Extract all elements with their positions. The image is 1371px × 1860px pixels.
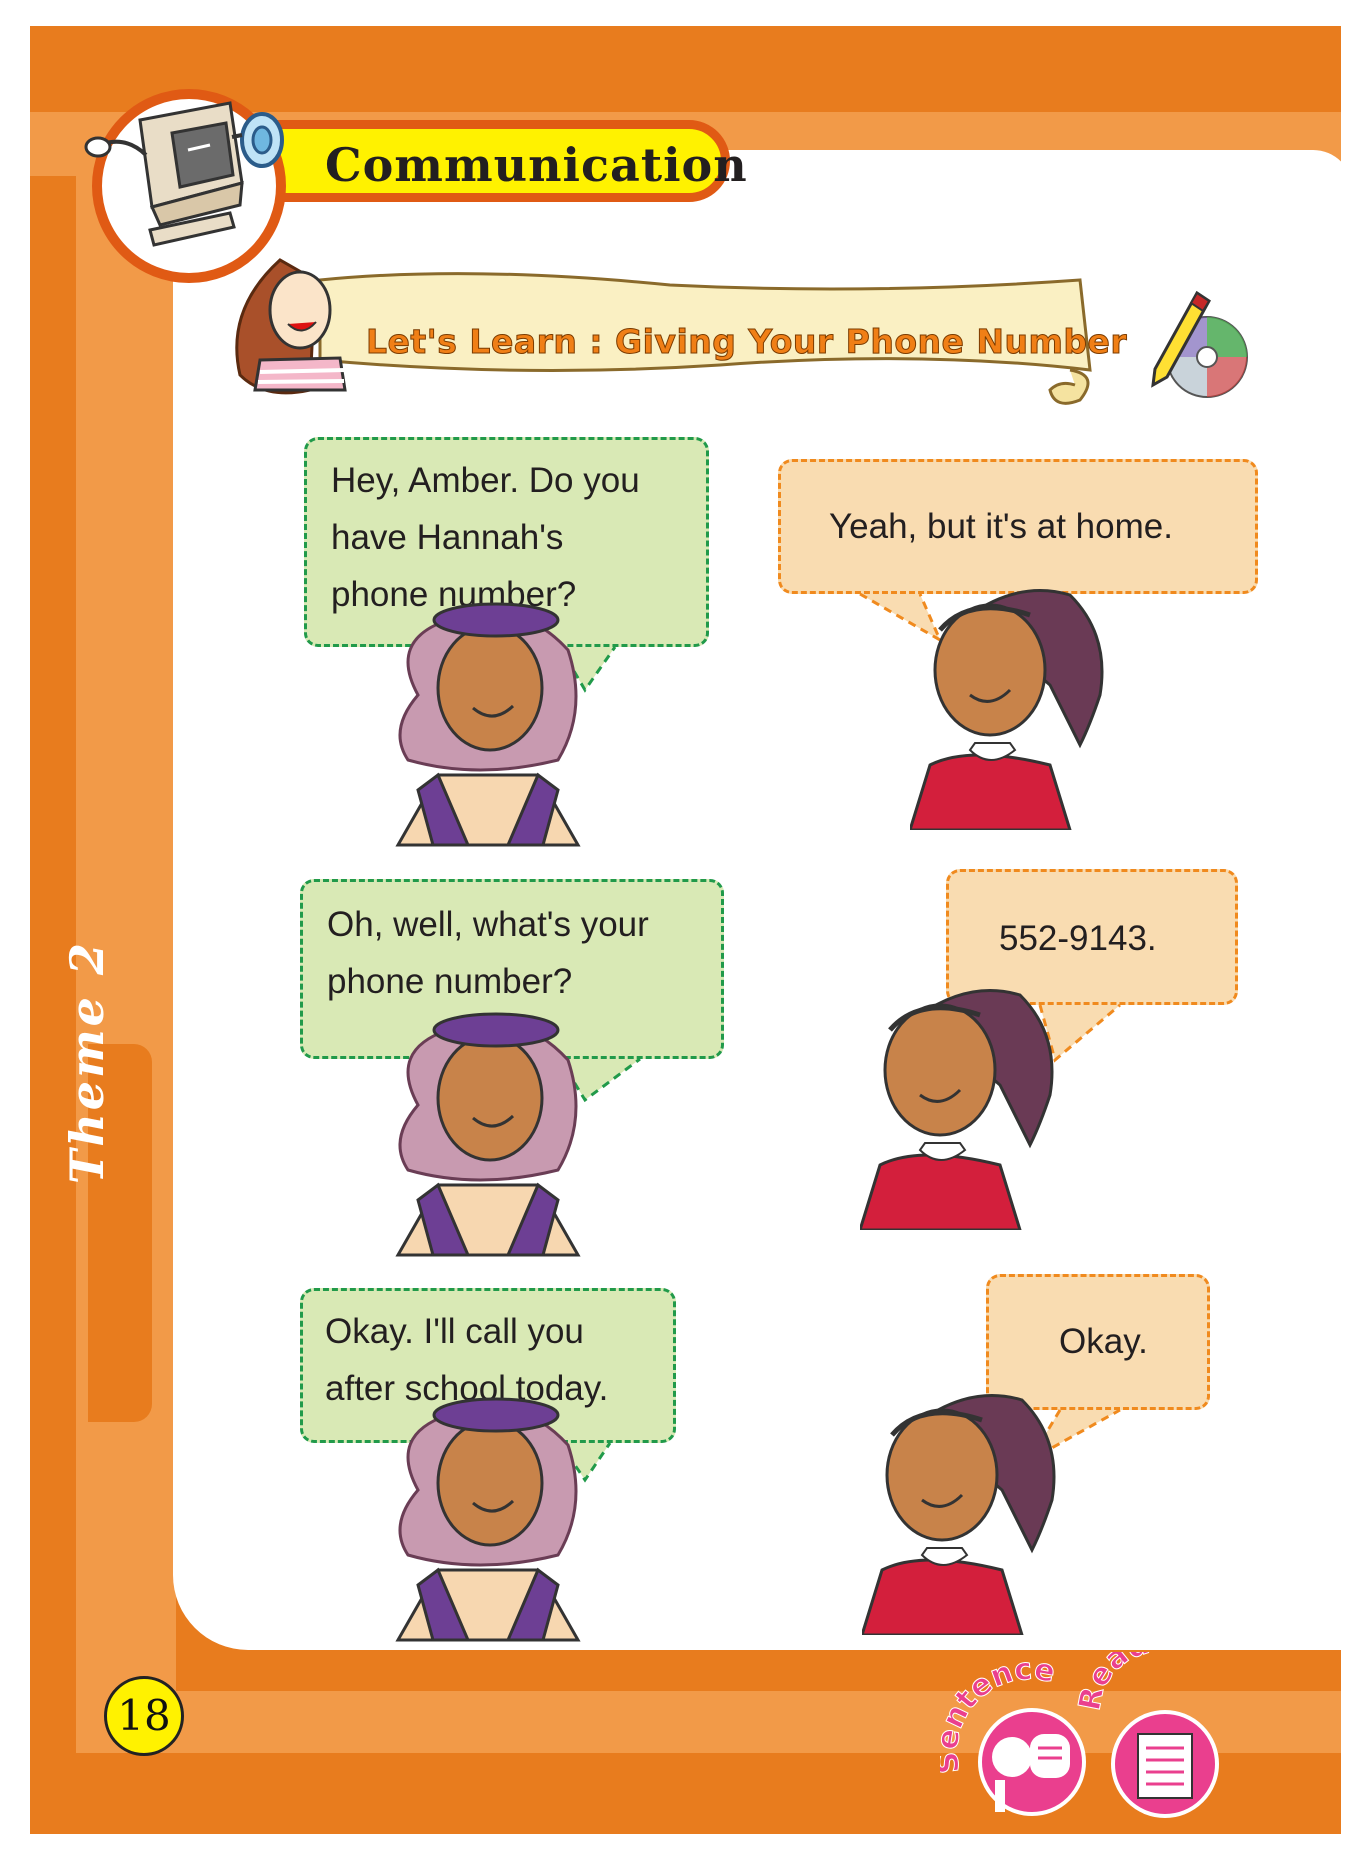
girl-beret-illustration bbox=[395, 602, 581, 847]
girl-beret-illustration bbox=[395, 1012, 581, 1257]
read-button[interactable] bbox=[1111, 1710, 1219, 1818]
sentence-button[interactable] bbox=[978, 1708, 1086, 1816]
bubble-tails bbox=[558, 592, 1121, 1483]
theme-label: Theme 2 bbox=[60, 940, 114, 1184]
girl-ponytail-illustration bbox=[860, 989, 1054, 1230]
girl-beret-illustration bbox=[395, 1397, 581, 1642]
girl-ponytail-illustration bbox=[910, 589, 1104, 830]
speech-icon bbox=[1030, 1734, 1070, 1778]
girl-ponytail-illustration bbox=[862, 1394, 1056, 1635]
read-label: Read bbox=[1072, 1652, 1153, 1713]
page-number: 18 bbox=[104, 1676, 184, 1756]
document-icon bbox=[1137, 1733, 1193, 1799]
footer-buttons: Sentence Read bbox=[940, 1652, 1219, 1818]
